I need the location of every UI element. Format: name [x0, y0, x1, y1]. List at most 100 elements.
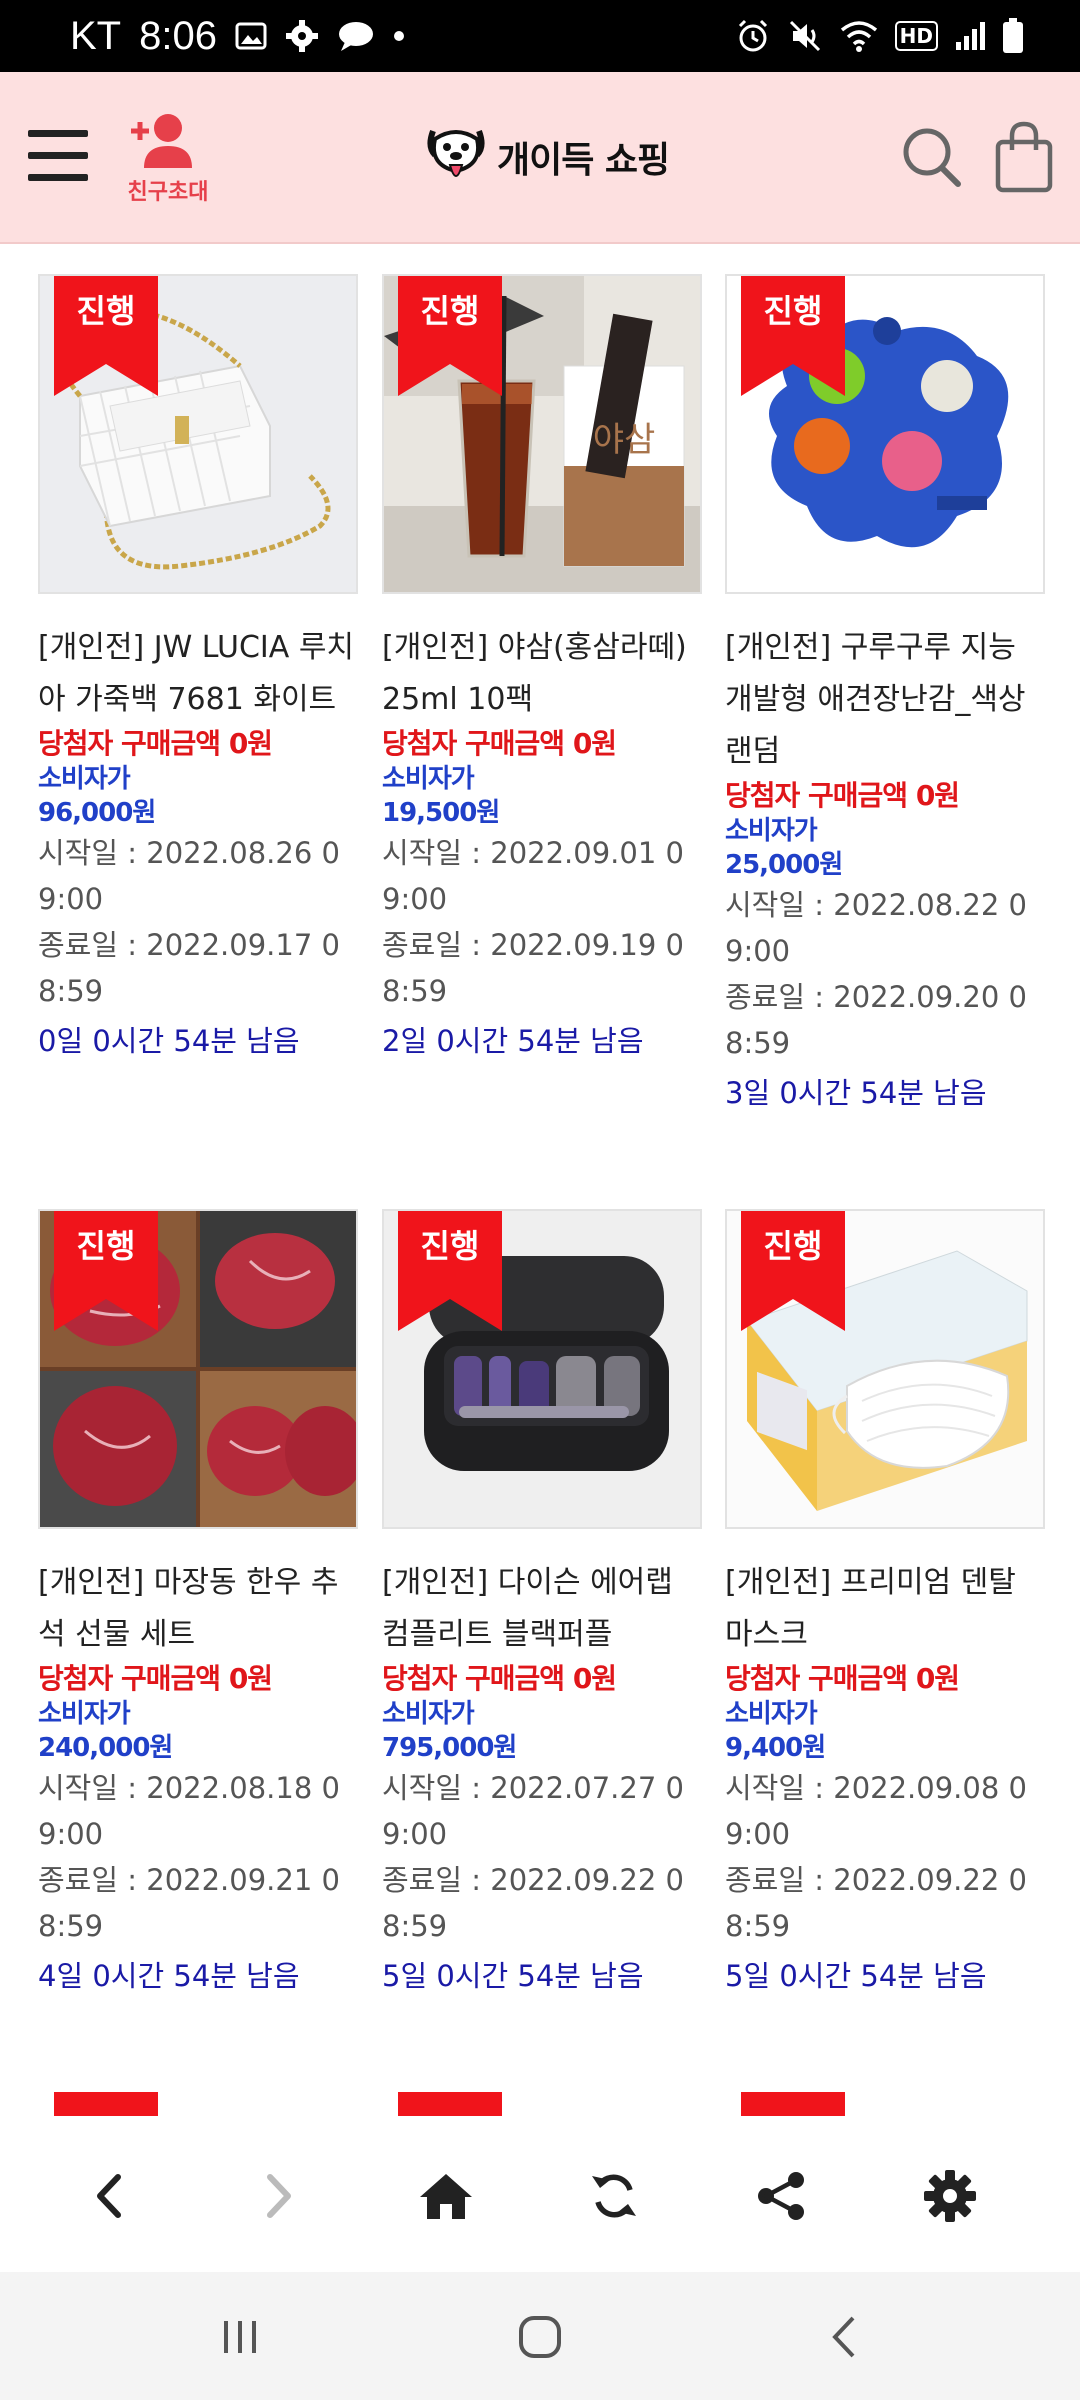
start-date: 시작일 : 2022.08.22 09:00: [725, 888, 1027, 968]
refresh-icon: [592, 2174, 636, 2218]
signal-icon: [956, 22, 985, 50]
product-name[interactable]: [개인전] 다이슨 에어랩 컴플리트 블랙퍼플: [382, 1557, 700, 1661]
invite-friend-button[interactable]: 친구초대: [118, 110, 218, 210]
retail-price: 9,400원: [725, 1733, 826, 1763]
status-right: HD: [735, 0, 1024, 72]
search-button[interactable]: [900, 122, 964, 192]
winner-price: 당첨자 구매금액 0원: [38, 1662, 273, 1695]
hd-voice-icon: HD: [894, 21, 938, 51]
status-ribbon: 진행: [54, 1211, 158, 1331]
next-row-ribbon: [398, 2092, 502, 2116]
retail-price: 795,000원: [382, 1733, 517, 1763]
settings-notification-icon: [285, 20, 318, 52]
battery-icon: [1003, 18, 1023, 53]
winner-price: 당첨자 구매금액 0원: [382, 1662, 617, 1695]
home-circle-icon: [519, 2316, 561, 2358]
system-navigation-bar: [0, 2272, 1080, 2400]
status-ribbon: 진행: [398, 1211, 502, 1331]
retail-price: 240,000원: [38, 1733, 173, 1763]
start-date: 시작일 : 2022.09.08 09:00: [725, 1771, 1027, 1851]
share-button[interactable]: [742, 2156, 822, 2236]
next-row-ribbon: [54, 2092, 158, 2116]
status-ribbon: 진행: [741, 276, 845, 396]
winner-price: 당첨자 구매금액 0원: [382, 727, 617, 760]
winner-price: 당첨자 구매금액 0원: [38, 727, 273, 760]
home-icon: [420, 2174, 472, 2219]
logo-text: 개이득 쇼핑: [497, 140, 670, 181]
product-info: [개인전] JW LUCIA 루치아 가죽백 7681 화이트 당첨자 구매금액…: [38, 622, 356, 1068]
product-name[interactable]: [개인전] 프리미엄 덴탈 마스크: [725, 1557, 1043, 1661]
clock: 8:06: [139, 13, 217, 58]
start-date: 시작일 : 2022.07.27 09:00: [382, 1771, 684, 1851]
product-name[interactable]: [개인전] JW LUCIA 루치아 가죽백 7681 화이트: [38, 622, 356, 726]
add-person-icon: [131, 114, 192, 168]
status-ribbon-label: 진행: [420, 292, 480, 330]
forward-button[interactable]: [238, 2156, 318, 2236]
hamburger-line-icon: [28, 130, 88, 137]
more-notifications-dot-icon: [393, 31, 404, 41]
app-logo[interactable]: 개이득 쇼핑: [425, 122, 670, 192]
package-text: 야삼: [593, 420, 656, 460]
retail-price: 25,000원: [725, 850, 843, 880]
shopping-bag-icon: [995, 121, 1053, 193]
product-info: [개인전] 다이슨 에어랩 컴플리트 블랙퍼플 당첨자 구매금액 0원 소비자가…: [382, 1557, 700, 2003]
recent-apps-button[interactable]: [200, 2302, 280, 2372]
carrier-label: KT: [70, 13, 122, 58]
time-remaining: 0일 0시간 54분 남음: [38, 1024, 300, 1058]
retail-price-label: 소비자가: [725, 1699, 818, 1729]
mute-icon: [789, 20, 820, 52]
start-date: 시작일 : 2022.09.01 09:00: [382, 836, 684, 916]
status-ribbon-label: 진행: [763, 292, 823, 330]
status-ribbon-label: 진행: [763, 1227, 823, 1265]
back-button[interactable]: [70, 2156, 150, 2236]
system-home-button[interactable]: [500, 2302, 580, 2372]
winner-price: 당첨자 구매금액 0원: [725, 779, 960, 812]
product-name[interactable]: [개인전] 구루구루 지능개발형 애견장난감_색상랜덤: [725, 622, 1043, 778]
retail-price-label: 소비자가: [382, 764, 475, 794]
app-header: 친구초대 개이득 쇼핑: [0, 72, 1080, 244]
next-row-ribbon: [741, 2092, 845, 2116]
status-ribbon: 진행: [741, 1211, 845, 1331]
menu-button[interactable]: [28, 130, 88, 182]
share-icon: [758, 2172, 804, 2220]
retail-price-label: 소비자가: [725, 816, 818, 846]
cart-button[interactable]: [994, 120, 1054, 194]
end-date: 종료일 : 2022.09.22 08:59: [725, 1863, 1027, 1943]
dog-logo-icon: [427, 129, 485, 177]
settings-icon: [924, 2170, 976, 2222]
product-info: [개인전] 마장동 한우 추석 선물 세트 당첨자 구매금액 0원 소비자가 2…: [38, 1557, 356, 2003]
winner-price: 당첨자 구매금액 0원: [725, 1662, 960, 1695]
status-ribbon-label: 진행: [76, 1227, 136, 1265]
time-remaining: 2일 0시간 54분 남음: [382, 1024, 644, 1058]
product-name[interactable]: [개인전] 마장동 한우 추석 선물 세트: [38, 1557, 356, 1661]
status-ribbon: 진행: [54, 276, 158, 396]
browser-toolbar: [0, 2116, 1080, 2272]
back-icon: [97, 2174, 121, 2218]
time-remaining: 4일 0시간 54분 남음: [38, 1959, 300, 1993]
home-button[interactable]: [406, 2156, 486, 2236]
forward-icon: [267, 2174, 291, 2218]
product-name[interactable]: [개인전] 야삼(홍삼라떼) 25ml 10팩: [382, 622, 700, 726]
settings-button[interactable]: [910, 2156, 990, 2236]
system-back-button[interactable]: [804, 2302, 884, 2372]
back-chevron-icon: [832, 2316, 855, 2358]
alarm-icon: [738, 19, 767, 52]
retail-price: 96,000원: [38, 798, 156, 828]
refresh-button[interactable]: [574, 2156, 654, 2236]
end-date: 종료일 : 2022.09.20 08:59: [725, 980, 1027, 1060]
status-bar: KT 8:06 HD: [0, 0, 1080, 72]
status-ribbon-label: 진행: [420, 1227, 480, 1265]
hamburger-line-icon: [28, 174, 88, 181]
time-remaining: 5일 0시간 54분 남음: [725, 1959, 987, 1993]
status-ribbon-label: 진행: [76, 292, 136, 330]
time-remaining: 3일 0시간 54분 남음: [725, 1076, 987, 1110]
time-remaining: 5일 0시간 54분 남음: [382, 1959, 644, 1993]
wifi-icon: [840, 21, 877, 52]
end-date: 종료일 : 2022.09.21 08:59: [38, 1863, 340, 1943]
start-date: 시작일 : 2022.08.26 09:00: [38, 836, 340, 916]
status-ribbon: 진행: [398, 276, 502, 396]
retail-price-label: 소비자가: [382, 1699, 475, 1729]
chat-notification-icon: [338, 22, 373, 51]
search-icon: [903, 128, 961, 187]
invite-friend-label: 친구초대: [127, 180, 209, 205]
